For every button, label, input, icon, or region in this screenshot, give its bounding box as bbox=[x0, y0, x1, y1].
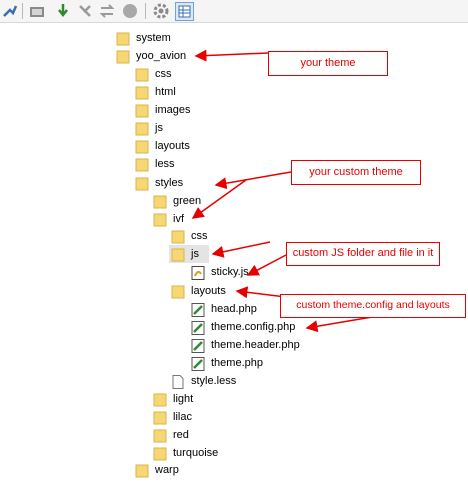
arrow-custom-js-file bbox=[246, 254, 287, 276]
annotation-arrows bbox=[191, 49, 379, 333]
callout-custom-js: custom JS folder and file in it bbox=[286, 242, 440, 266]
callout-your-custom-theme: your custom theme bbox=[291, 160, 421, 185]
callout-custom-config: custom theme.config and layouts bbox=[280, 294, 466, 318]
callout-your-theme: your theme bbox=[268, 51, 388, 76]
arrow-your-theme bbox=[194, 49, 269, 62]
arrow-custom-theme-ivf bbox=[191, 179, 247, 219]
arrow-custom-theme-styles bbox=[214, 171, 292, 190]
arrow-custom-js-folder bbox=[211, 241, 271, 258]
